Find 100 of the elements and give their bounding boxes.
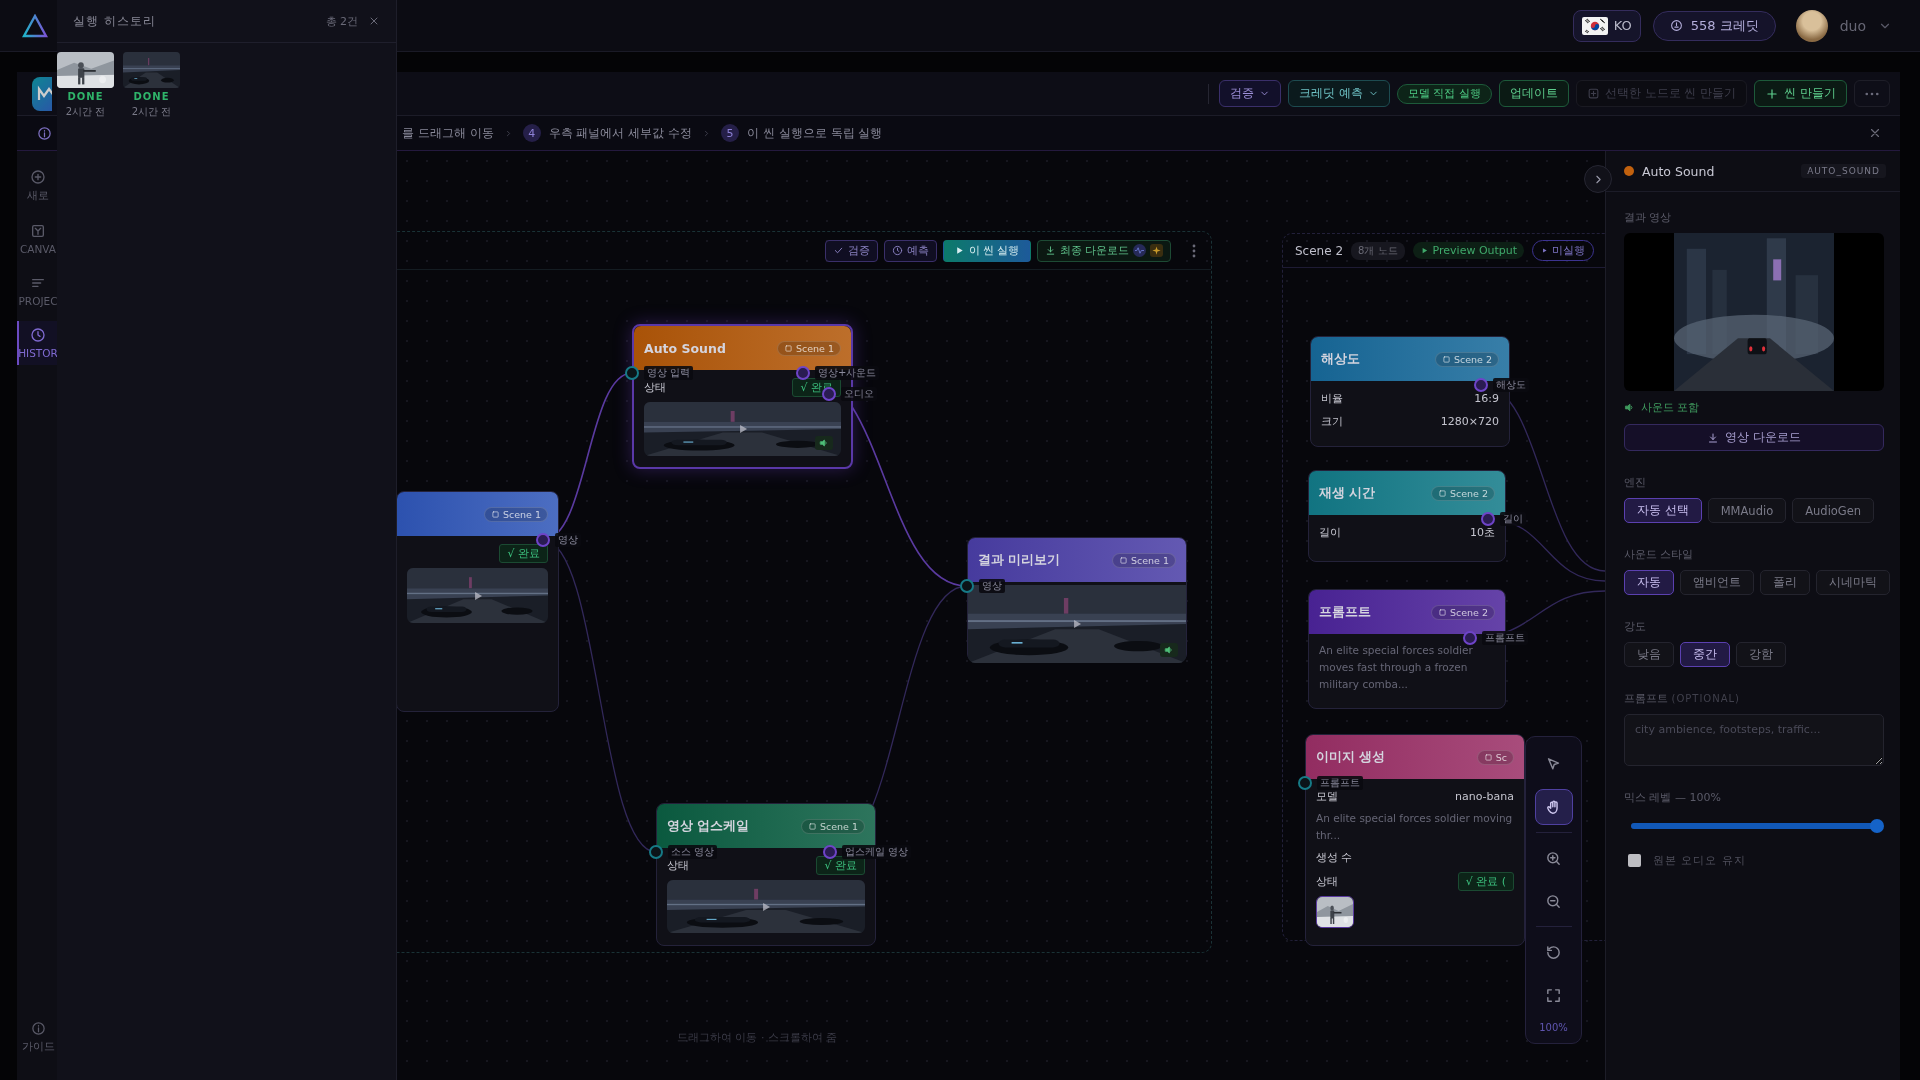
item-count: 총 2건 [325,13,358,29]
plus-circle-icon [30,169,46,185]
update-button[interactable]: 업데이트 [1498,80,1569,107]
row-label: 크기 [1321,413,1343,429]
section-label: 사운드 스타일 [1624,547,1695,562]
fullscreen-icon [1545,986,1562,1004]
speaker-icon [1164,645,1174,655]
plus-square-icon [1586,87,1600,100]
clock-icon [891,245,903,256]
node-title: Auto Sound [644,340,726,356]
verify-button[interactable]: 검증 [1218,80,1281,107]
port-dot[interactable] [1298,776,1312,790]
logo-icon[interactable] [22,13,48,38]
run-scene-button[interactable]: 이 씬 실행 [942,239,1031,262]
node-card[interactable]: Scene 1 √ 완료 [396,491,559,712]
row-label: 상태 [644,380,666,395]
option-button[interactable]: 중간 [1680,642,1730,667]
node-title: 프롬프트 [1319,603,1371,621]
speaker-icon [819,438,829,448]
verify-button[interactable]: 검증 [824,239,878,262]
port-dot[interactable] [960,579,974,593]
section-label: 결과 영상 [1624,210,1673,225]
slider-thumb[interactable] [1870,819,1884,833]
tool-button[interactable] [1534,789,1573,825]
option-button[interactable]: 낮음 [1624,642,1674,667]
download-button[interactable]: 최종 다운로드 [1036,239,1171,262]
coin-icon [1669,19,1683,32]
row-label: 모델 [1316,788,1338,804]
estimate-button[interactable]: 크레딧 예측 [1287,80,1390,107]
option-button[interactable]: 강함 [1736,642,1786,667]
port-label: 오디오 [841,387,877,401]
scene-title: Scene 2 [1295,243,1344,258]
speaker-icon [1624,402,1635,413]
info-icon [30,1021,46,1036]
prompt-text: An elite special forces soldier moving thr... [1316,811,1514,843]
scene-label: Scene 2 [1449,606,1488,618]
scene-label: Sc [1495,751,1507,763]
row-label: 생성 수 [1316,850,1353,866]
option-button[interactable]: 폴리 [1760,570,1810,595]
download-icon [1044,245,1056,256]
download-button[interactable]: 영상 다운로드 [1624,424,1884,451]
prompt-field[interactable]: city ambience, footsteps, traffic... [1624,714,1884,766]
avatar[interactable] [1795,9,1828,42]
status-label: DONE [67,91,104,102]
panel-title: 실행 히스토리 [73,12,156,30]
sidebar-item[interactable]: HISTOR [17,321,57,365]
reset-icon [1545,943,1562,961]
video-player[interactable] [1624,233,1884,391]
step-number: 4 [522,124,541,142]
model-run-button[interactable]: 모델 직접 실행 [1396,83,1492,104]
language-button[interactable]: KO [1572,9,1641,42]
more-icon [1865,91,1879,96]
port-label: 영상 [979,579,1005,593]
row-label: 상태 [1316,873,1338,889]
row-label: 상태 [667,858,689,873]
row-value: 16:9 [1474,391,1499,405]
port-label: 영상 [555,533,581,547]
option-button[interactable]: 자동 [1624,570,1674,595]
node-title: 결과 미리보기 [978,551,1061,569]
play-icon [1541,247,1549,254]
port-dot[interactable] [649,845,663,859]
scene-label: Scene 2 [1449,487,1488,499]
zoom-level: 100% [1539,1022,1568,1033]
close-icon[interactable] [368,15,380,27]
node-title: 재생 시간 [1319,484,1376,502]
port-label: 프롬프트 [1317,776,1363,790]
history-item[interactable]: DONE 2시간 전 [57,52,114,119]
step-text: 이 씬 실행으로 독립 실행 [747,124,883,142]
download-icon [1707,431,1720,444]
credits-button[interactable]: 558 크레딧 [1652,10,1776,41]
option-button[interactable]: AudioGen [1792,498,1875,523]
sparkle-icon [1150,244,1163,257]
scene-label: Scene 1 [795,342,834,354]
step-number: 5 [721,124,740,142]
status-label: DONE [133,91,170,102]
logo-icon[interactable] [32,76,52,111]
canvas-icon [30,223,46,239]
port-dot[interactable] [625,366,639,380]
node-title: 해상도 [1321,350,1360,368]
section-label: 믹스 레벨 — 100% [1624,790,1722,805]
option-button[interactable]: 시네마틱 [1816,570,1890,595]
close-icon[interactable] [1868,126,1882,140]
status-badge: √ 완료 [499,544,548,563]
new-scene-button[interactable]: 씬 만들기 [1754,80,1847,107]
more-icon[interactable] [1191,242,1197,259]
option-button[interactable]: 자동 선택 [1624,498,1702,523]
flag-icon [1581,16,1608,35]
estimate-button[interactable]: 예측 [883,239,937,262]
time-label: 2시간 전 [131,105,172,119]
user-name[interactable]: duo [1839,17,1866,34]
checkbox-label: 원본 오디오 유지 [1653,853,1746,868]
section-label: 강도 [1624,619,1647,634]
node-count: 8개 노드 [1351,241,1405,260]
checkbox[interactable] [1628,854,1641,867]
option-button[interactable]: 앰비언트 [1680,570,1754,595]
type-tag: AUTO_SOUND [1801,164,1886,178]
history-item[interactable]: DONE 2시간 전 [123,52,180,119]
clock-icon [30,327,46,343]
row-label: 비율 [1321,390,1343,406]
option-button[interactable]: MMAudio [1707,498,1787,523]
